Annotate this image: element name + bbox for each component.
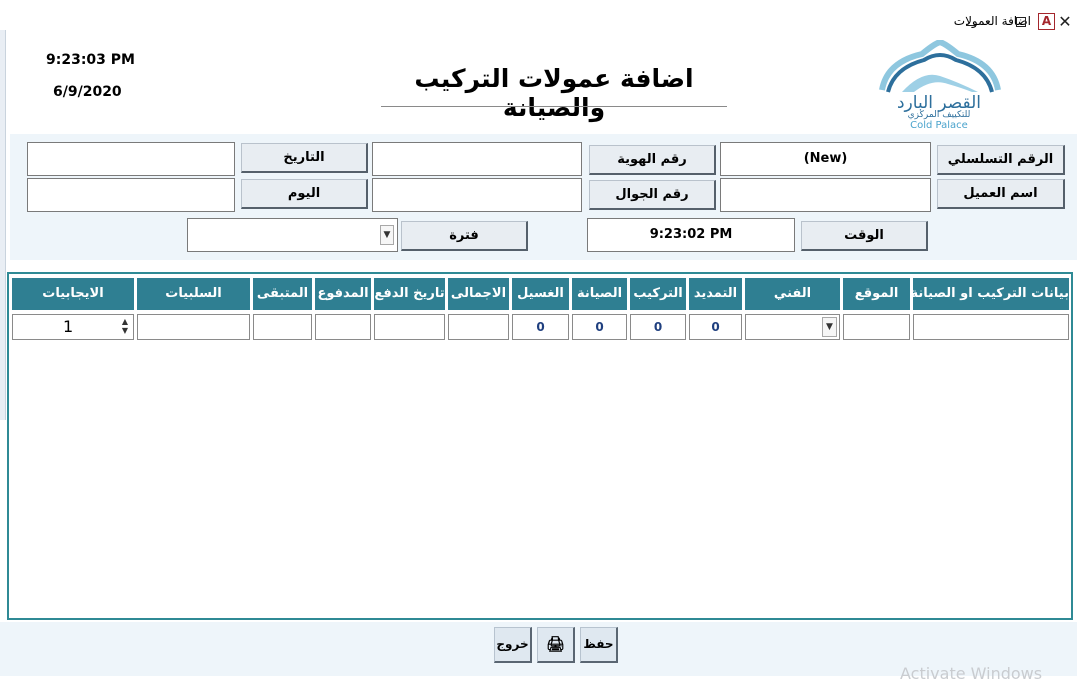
- cell-total[interactable]: [448, 314, 509, 340]
- col-header-details: بيانات التركيب او الصيانة: [913, 278, 1069, 310]
- period-label: فترة: [401, 221, 528, 251]
- activate-windows-watermark: Activate Windows: [900, 664, 1043, 683]
- minimize-button[interactable]: [956, 10, 986, 34]
- col-header-positives: الايجابيات: [12, 278, 134, 310]
- col-header-payment-date: تاريخ الدفع: [374, 278, 445, 310]
- customer-label: اسم العميل: [937, 179, 1065, 209]
- cell-washing[interactable]: 0: [512, 314, 569, 340]
- chevron-down-icon[interactable]: ▼: [380, 225, 394, 245]
- header-clock: 9:23:03 PM: [46, 52, 135, 68]
- cell-positives-spinner[interactable]: 1 ▲ ▼: [12, 314, 134, 340]
- col-header-technician: الفني: [745, 278, 840, 310]
- col-header-negatives: السلبيات: [137, 278, 250, 310]
- id-number-label: رقم الهوية: [589, 145, 716, 175]
- col-header-extension: التمديد: [689, 278, 742, 310]
- minimize-icon: [966, 25, 976, 26]
- serial-field[interactable]: (New): [720, 142, 931, 176]
- cell-positives-value: 1: [63, 317, 74, 336]
- close-icon: ✕: [1058, 12, 1072, 31]
- cell-remaining[interactable]: [253, 314, 312, 340]
- exit-button[interactable]: خروج: [494, 627, 532, 663]
- date-field[interactable]: [27, 142, 235, 176]
- background-window-strip: [0, 30, 6, 420]
- col-header-paid: المدفوع: [315, 278, 371, 310]
- time-label: الوقت: [801, 221, 928, 251]
- maximize-icon: [1016, 17, 1026, 27]
- col-header-washing: الغسيل: [512, 278, 569, 310]
- customer-field[interactable]: [720, 178, 931, 212]
- cell-negatives[interactable]: [137, 314, 250, 340]
- title-bar: اضافة العمولات A ✕: [0, 0, 1077, 44]
- cell-payment-date[interactable]: [374, 314, 445, 340]
- close-button[interactable]: ✕: [1050, 10, 1077, 34]
- cell-location[interactable]: [843, 314, 910, 340]
- period-combo[interactable]: ▼: [187, 218, 398, 252]
- print-button[interactable]: 🖨: [537, 627, 575, 663]
- cell-extension[interactable]: 0: [689, 314, 742, 340]
- col-header-installation: التركيب: [630, 278, 686, 310]
- date-label: التاريخ: [241, 143, 368, 173]
- maximize-button[interactable]: [1006, 10, 1036, 34]
- id-number-field[interactable]: [372, 142, 582, 176]
- header-date: 6/9/2020: [53, 84, 122, 100]
- title-underline: [381, 106, 727, 107]
- mobile-field[interactable]: [372, 178, 582, 212]
- chevron-down-icon[interactable]: ▼: [822, 317, 837, 337]
- day-label: اليوم: [241, 179, 368, 209]
- mobile-label: رقم الجوال: [589, 180, 716, 210]
- serial-label: الرقم التسلسلي: [937, 145, 1065, 175]
- time-field[interactable]: 9:23:02 PM: [587, 218, 795, 252]
- printer-icon: 🖨: [545, 635, 566, 653]
- col-header-remaining: المتبقى: [253, 278, 312, 310]
- col-header-maintenance: الصيانة: [572, 278, 627, 310]
- day-field[interactable]: [27, 178, 235, 212]
- logo-english-name: Cold Palace: [910, 120, 968, 131]
- col-header-total: الاجمالى: [448, 278, 509, 310]
- col-header-location: الموقع: [843, 278, 910, 310]
- cell-paid[interactable]: [315, 314, 371, 340]
- cell-installation[interactable]: 0: [630, 314, 686, 340]
- spinner-arrows-icon[interactable]: ▲ ▼: [120, 317, 130, 337]
- form-title: اضافة عمولات التركيب والصيانة: [414, 64, 694, 122]
- commissions-window: اضافة العمولات A ✕ 9:23:03 PM 6/9/2020 ا…: [0, 0, 1077, 683]
- logo-arabic-tagline: للتكييف المركزي: [907, 110, 971, 120]
- save-button[interactable]: حفظ: [580, 627, 618, 663]
- cell-maintenance[interactable]: 0: [572, 314, 627, 340]
- cell-technician-combo[interactable]: ▼: [745, 314, 840, 340]
- commissions-grid: بيانات التركيب او الصيانة الموقع الفني ا…: [7, 272, 1073, 620]
- cell-details[interactable]: [913, 314, 1069, 340]
